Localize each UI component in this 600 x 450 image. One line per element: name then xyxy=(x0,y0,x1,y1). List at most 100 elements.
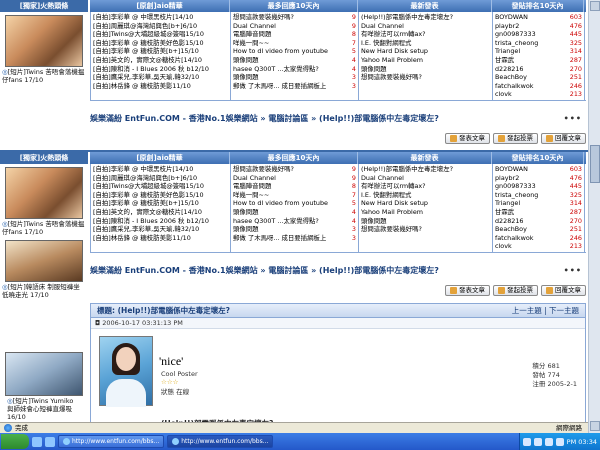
more-dots[interactable]: ••• xyxy=(564,112,582,126)
tray-icon[interactable] xyxy=(555,437,564,446)
new-poll-button[interactable]: 發起投票 xyxy=(493,133,538,144)
news-caption[interactable]: ◎[短片]Twins Yumiko 與師妹會心短褲直爆吸 16/10 xyxy=(5,396,83,422)
list-item[interactable]: How to dl video from youtube 5 xyxy=(233,47,356,56)
list-item[interactable]: trista_cheong 325 xyxy=(495,191,582,200)
vertical-scrollbar[interactable] xyxy=(588,0,600,433)
list-item[interactable]: I.E. 快翻對網程式 xyxy=(361,191,490,200)
list-item[interactable]: [自拍]鷹采兒,李彩華,吳天瑜,韓32/10 xyxy=(93,73,228,82)
list-item[interactable]: 電腦陣音問題 8 xyxy=(233,30,356,39)
list-item[interactable]: clovk 213 xyxy=(495,242,582,251)
tray-icon[interactable] xyxy=(533,437,542,446)
list-item[interactable]: [自拍]李彩華 @ 糖枝肪美[b+]15/10 xyxy=(93,47,228,56)
list-item[interactable]: New Hard Disk setup xyxy=(361,47,490,56)
list-item[interactable]: [自拍]英文的，實際文@糖枝片[14/10 xyxy=(93,56,228,65)
new-topic-button[interactable]: 發表文章 xyxy=(445,133,490,144)
tray-icon[interactable] xyxy=(544,437,553,446)
reply-button[interactable]: 回覆文章 xyxy=(541,285,586,296)
clock[interactable]: PM 03:34 xyxy=(567,438,597,446)
list-item[interactable]: BeachBoy 251 xyxy=(495,73,582,82)
list-item[interactable]: 郵做 了木馬呀... 成日要插網板上 3 xyxy=(233,234,356,243)
list-item[interactable]: d228216 270 xyxy=(495,65,582,74)
list-item[interactable]: Dual Channel xyxy=(361,174,490,183)
list-item[interactable]: [自拍]李彩華 @ 糖枝肪美好色影15/10 xyxy=(93,39,228,48)
task-button[interactable]: http://www.entfun.com/bbs... xyxy=(58,435,165,448)
ie-quicklaunch-icon[interactable] xyxy=(32,436,42,447)
list-item[interactable]: 頭像問題 3 xyxy=(233,225,356,234)
breadcrumb[interactable]: 娛樂滿紛 EntFun.COM - 香港No.1娛樂網站 » 電腦討論區 » (… xyxy=(90,264,586,278)
list-item[interactable]: Yahoo Mail Problem xyxy=(361,56,490,65)
username[interactable]: 'nice' xyxy=(159,354,183,369)
list-item[interactable]: 頭像問題 3 xyxy=(233,73,356,82)
list-item[interactable]: [自拍]陳和消 - I Blues 2006 秋 b12/10 xyxy=(93,217,228,226)
start-button[interactable] xyxy=(1,434,29,449)
list-item[interactable]: playbr2 476 xyxy=(495,174,582,183)
list-item[interactable]: 頭像問題 4 xyxy=(233,208,356,217)
list-item[interactable]: 電腦陣音問題 8 xyxy=(233,182,356,191)
list-item[interactable]: [自拍]李彩華 @ 糖枝肪美[b+]15/10 xyxy=(93,199,228,208)
list-item[interactable]: 想問這款要裝幾好嗎? 9 xyxy=(233,13,356,22)
scroll-thumb[interactable] xyxy=(590,145,600,183)
news-photo[interactable] xyxy=(5,167,83,219)
list-item[interactable]: BOYDWAN 603 xyxy=(495,13,582,22)
list-item[interactable]: Dual Channel xyxy=(361,22,490,31)
list-item[interactable]: 郵做 了木馬呀... 成日要插網板上 3 xyxy=(233,82,356,91)
news-caption[interactable]: ◎[短片]Twins 苦唔會落機揾仔fans 17/10 xyxy=(0,219,88,237)
breadcrumb[interactable]: 娛樂滿紛 EntFun.COM - 香港No.1娛樂網站 » 電腦討論區 » (… xyxy=(90,112,586,126)
list-item[interactable]: 咩幾一問~~ 7 xyxy=(233,191,356,200)
list-item[interactable]: [自拍]陳和消 - I Blues 2006 秋 b12/10 xyxy=(93,65,228,74)
col-header-aio[interactable]: [原創]aio精華 xyxy=(90,0,230,12)
list-item[interactable]: 頭像問題 4 xyxy=(233,56,356,65)
list-item[interactable]: BeachBoy 251 xyxy=(495,225,582,234)
list-item[interactable]: 頭像問題 xyxy=(361,217,490,226)
new-poll-button[interactable]: 發起投票 xyxy=(493,285,538,296)
list-item[interactable]: fatchalkwok 246 xyxy=(495,82,582,91)
list-item[interactable]: [自拍]周麗琪@海灣紹興色[b+]6/10 xyxy=(93,22,228,31)
list-item[interactable]: (Help!!)部電腦係中左毒定壞左? xyxy=(361,13,490,22)
list-item[interactable]: Triangel 314 xyxy=(495,47,582,56)
list-item[interactable]: 甘霖武 287 xyxy=(495,56,582,65)
list-item[interactable]: [自拍]Twins@大埔超級城@簽唱15/10 xyxy=(93,30,228,39)
news-photo[interactable] xyxy=(5,352,83,396)
list-item[interactable]: BOYDWAN 603 xyxy=(495,165,582,174)
list-item[interactable]: [自拍]鷹采兒,李彩華,吳天瑜,韓32/10 xyxy=(93,225,228,234)
list-item[interactable]: 頭像問題 xyxy=(361,65,490,74)
task-button[interactable]: http://www.entfun.com/bbs... xyxy=(167,435,274,448)
list-item[interactable]: [自拍]李彩華 @ 中環黑枝片[14/10 xyxy=(93,13,228,22)
list-item[interactable]: How to dl video from youtube 5 xyxy=(233,199,356,208)
list-item[interactable]: Dual Channel 9 xyxy=(233,22,356,31)
list-item[interactable]: gn00987333 445 xyxy=(495,30,582,39)
list-item[interactable]: hasee Q300T ...太家覺得點? 4 xyxy=(233,217,356,226)
desktop-quicklaunch-icon[interactable] xyxy=(45,436,55,447)
list-item[interactable]: 想問這款要裝幾好嗎? xyxy=(361,225,490,234)
list-item[interactable]: (Help!!)部電腦係中左毒定壞左? xyxy=(361,165,490,174)
list-item[interactable]: fatchalkwok 246 xyxy=(495,234,582,243)
news-photo[interactable] xyxy=(5,15,83,67)
list-item[interactable]: 想問這款要裝幾好嗎? 9 xyxy=(233,165,356,174)
list-item[interactable]: 有咩辦法可以rm轉ax? xyxy=(361,182,490,191)
list-item[interactable]: [自拍]英文的，實際文@糖枝片[14/10 xyxy=(93,208,228,217)
list-item[interactable]: [自拍]李彩華 @ 中環黑枝片[14/10 xyxy=(93,165,228,174)
avatar[interactable] xyxy=(99,336,153,407)
list-item[interactable]: playbr2 476 xyxy=(495,22,582,31)
list-item[interactable]: [自拍]林岳鋒 @ 糖枝肪美影11/10 xyxy=(93,234,228,243)
list-item[interactable]: [自拍]林岳鋒 @ 糖枝肪美影11/10 xyxy=(93,82,228,91)
list-item[interactable]: I.E. 快翻對網程式 xyxy=(361,39,490,48)
list-item[interactable]: hasee Q300T ...太家覺得點? 4 xyxy=(233,65,356,74)
topic-nav[interactable]: 上一主題 | 下一主題 xyxy=(512,304,585,317)
list-item[interactable]: [自拍]Twins@大埔超級城@簽唱15/10 xyxy=(93,182,228,191)
list-item[interactable]: trista_cheong 325 xyxy=(495,39,582,48)
list-item[interactable]: Dual Channel 9 xyxy=(233,174,356,183)
list-item[interactable]: d228216 270 xyxy=(495,217,582,226)
list-item[interactable]: 咩幾一問~~ 7 xyxy=(233,39,356,48)
list-item[interactable]: gn00987333 445 xyxy=(495,182,582,191)
news-caption[interactable]: ◎[短片]韓語床 制服短褲坐低曉走光 17/10 xyxy=(0,282,88,300)
list-item[interactable]: Yahoo Mail Problem xyxy=(361,208,490,217)
list-item[interactable]: 甘霖武 287 xyxy=(495,208,582,217)
news-caption[interactable]: ◎[短片]Twins 苦唔會落機揾仔fans 17/10 xyxy=(0,67,88,85)
list-item[interactable]: [自拍]周麗琪@海灣紹興色[b+]6/10 xyxy=(93,174,228,183)
more-dots[interactable]: ••• xyxy=(564,264,582,278)
scroll-up-button[interactable] xyxy=(590,1,600,11)
list-item[interactable]: 有咩辦法可以rm轉ax? xyxy=(361,30,490,39)
scroll-down-button[interactable] xyxy=(590,421,600,431)
col-header-aio[interactable]: [原創]aio精華 xyxy=(90,152,230,164)
